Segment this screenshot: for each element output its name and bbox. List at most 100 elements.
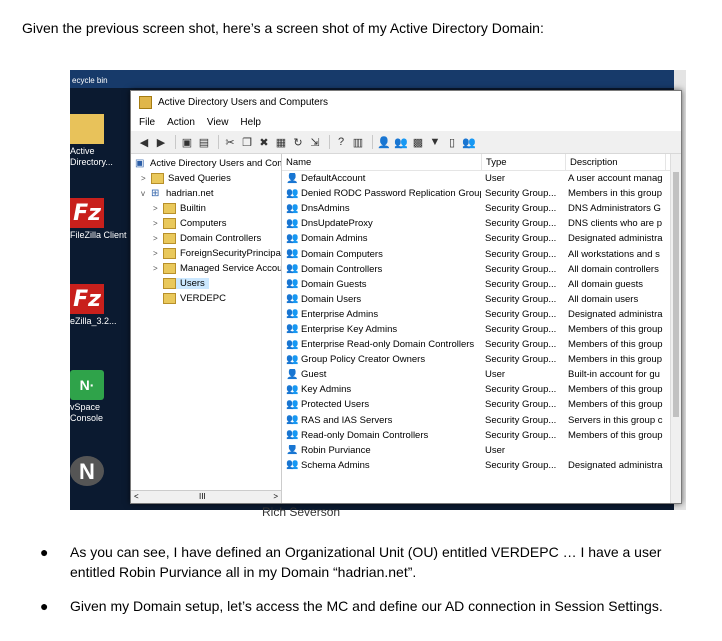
copy-icon[interactable]: ❐ — [240, 135, 254, 149]
tree-item-domain-controllers[interactable]: > Domain Controllers — [153, 233, 261, 244]
back-arrow-icon[interactable]: ◀ — [137, 135, 151, 149]
table-row[interactable]: 👤 Robin Purviance User — [282, 443, 681, 458]
row-name: DnsAdmins — [301, 203, 350, 215]
cell-type: Security Group... — [485, 384, 557, 396]
group-icon: 👥 — [286, 278, 299, 290]
tree-horizontal-scrollbar[interactable]: < III > — [131, 490, 281, 503]
desktop-icon-filezilla-installer[interactable]: Fz eZilla_3.2... — [70, 284, 132, 327]
menu-bar: File Action View Help — [131, 113, 681, 131]
cell-type: Security Group... — [485, 429, 557, 441]
scroll-thumb[interactable] — [673, 172, 679, 417]
refresh-icon[interactable]: ↻ — [291, 135, 305, 149]
new-group-icon[interactable]: 👥 — [394, 135, 408, 149]
table-row[interactable]: 👥 Domain Admins Security Group... Designate… — [282, 231, 681, 246]
chevron-right-icon[interactable]: > — [153, 249, 163, 258]
new-ou-icon[interactable]: ▩ — [411, 135, 425, 149]
menu-view[interactable]: View — [207, 117, 229, 128]
tree-item-users[interactable]: Users — [163, 278, 209, 289]
list-vertical-scrollbar[interactable] — [670, 154, 681, 503]
show-tree-icon[interactable]: ▤ — [197, 135, 211, 149]
table-row[interactable]: 👥 Protected Users Security Group... Members… — [282, 397, 681, 412]
folder-icon — [151, 173, 164, 184]
folder-icon — [163, 248, 176, 259]
scroll-left-icon[interactable]: < — [134, 492, 139, 501]
chevron-right-icon[interactable]: > — [153, 219, 163, 228]
cell-description: Designated administra — [568, 233, 663, 245]
table-row[interactable]: 👤 Guest User Built-in account for gu — [282, 367, 681, 382]
user-icon: 👤 — [286, 173, 299, 184]
desktop-icon-vspace[interactable]: N· vSpace Console — [70, 370, 132, 424]
column-header-type[interactable]: Type — [482, 154, 566, 170]
chevron-right-icon[interactable]: > — [153, 264, 163, 273]
toolbar: ◀ ▶ ▣ ▤ ✂ ❐ ✖ ▦ ↻ ⇲ ? ▥ 👤 👥 ▩ ▼ ▯ 👥 — [131, 131, 681, 154]
column-header-description[interactable]: Description — [566, 154, 666, 170]
cell-type: Security Group... — [485, 233, 557, 245]
chevron-right-icon[interactable]: > — [153, 234, 163, 243]
table-row[interactable]: 👥 Enterprise Admins Security Group... Desig… — [282, 307, 681, 322]
table-row[interactable]: 👥 DnsAdmins Security Group... DNS Administr… — [282, 201, 681, 216]
tree-root[interactable]: ▣ Active Directory Users and Com — [135, 158, 281, 169]
cell-name: 👥 Domain Users — [282, 294, 481, 305]
add-to-group-icon[interactable]: 👥 — [462, 135, 476, 149]
tree-item-hadrian-net[interactable]: v ⊞ hadrian.net — [141, 188, 214, 199]
bullet-dot-icon: ● — [40, 544, 49, 560]
table-row[interactable]: 👤 DefaultAccount User A user account manag — [282, 171, 681, 186]
table-row[interactable]: 👥 Enterprise Read-only Domain Controllers… — [282, 337, 681, 352]
window-titlebar[interactable]: Active Directory Users and Computers — [131, 91, 681, 113]
cell-type: Security Group... — [485, 248, 557, 260]
table-row[interactable]: 👥 Read-only Domain Controllers Security Gr… — [282, 428, 681, 443]
table-row[interactable]: 👥 Domain Guests Security Group... All domai… — [282, 277, 681, 292]
scroll-grip-icon[interactable]: III — [199, 492, 206, 501]
table-row[interactable]: 👥 Schema Admins Security Group... Designate… — [282, 458, 681, 473]
desktop-icon-active-directory[interactable]: Active Directory... — [70, 114, 132, 168]
toolbar-separator — [218, 135, 219, 149]
filter-icon[interactable]: ▼ — [428, 135, 442, 149]
chevron-right-icon[interactable]: > — [153, 204, 163, 213]
table-row[interactable]: 👥 Denied RODC Password Replication Group S… — [282, 186, 681, 201]
folder-icon — [163, 218, 176, 229]
cut-icon[interactable]: ✂ — [223, 135, 237, 149]
cell-type: User — [485, 369, 506, 381]
desktop-icon-n[interactable]: N — [70, 456, 132, 488]
table-row[interactable]: 👥 Key Admins Security Group... Members of t… — [282, 382, 681, 397]
desktop-icon-label: vSpace Console — [70, 402, 104, 423]
table-row[interactable]: 👥 RAS and IAS Servers Security Group... Ser… — [282, 413, 681, 428]
tree-item-computers[interactable]: > Computers — [153, 218, 226, 229]
tree-item-managed-service-accounts[interactable]: > Managed Service Accoun — [153, 263, 281, 274]
column-header-name[interactable]: Name — [282, 154, 482, 170]
chevron-down-icon[interactable]: v — [141, 189, 151, 198]
tree-item-builtin[interactable]: > Builtin — [153, 203, 206, 214]
desktop-icon-filezilla[interactable]: Fz FileZilla Client — [70, 198, 132, 241]
new-user-icon[interactable]: 👤 — [377, 135, 391, 149]
cell-description: Servers in this group c — [568, 414, 663, 426]
cell-name: 👥 Key Admins — [282, 384, 481, 395]
tree-item-saved-queries[interactable]: > Saved Queries — [141, 173, 231, 184]
delete-icon[interactable]: ✖ — [257, 135, 271, 149]
cell-name: 👤 DefaultAccount — [282, 173, 481, 184]
tree-item-foreign-security-principals[interactable]: > ForeignSecurityPrincipals — [153, 248, 281, 259]
bullet-list: ● As you can see, I have defined an Orga… — [40, 542, 700, 630]
user-icon: 👤 — [286, 369, 299, 380]
group-icon: 👥 — [286, 203, 299, 214]
row-name: Domain Users — [301, 293, 362, 305]
find-icon[interactable]: ▯ — [445, 135, 459, 149]
help-icon[interactable]: ? — [334, 135, 348, 149]
tree-item-verdepc[interactable]: VERDEPC — [163, 293, 226, 304]
table-row[interactable]: 👥 Group Policy Creator Owners Security Gro… — [282, 352, 681, 367]
export-icon[interactable]: ⇲ — [308, 135, 322, 149]
properties-icon[interactable]: ▦ — [274, 135, 288, 149]
table-row[interactable]: 👥 Domain Controllers Security Group... All … — [282, 262, 681, 277]
table-row[interactable]: 👥 DnsUpdateProxy Security Group... DNS clie… — [282, 216, 681, 231]
up-folder-icon[interactable]: ▣ — [180, 135, 194, 149]
table-row[interactable]: 👥 Enterprise Key Admins Security Group... M… — [282, 322, 681, 337]
menu-action[interactable]: Action — [167, 117, 195, 128]
chevron-right-icon[interactable]: > — [141, 174, 151, 183]
scroll-right-icon[interactable]: > — [273, 492, 278, 501]
table-row[interactable]: 👥 Domain Users Security Group... All domain… — [282, 292, 681, 307]
menu-file[interactable]: File — [139, 117, 155, 128]
table-row[interactable]: 👥 Domain Computers Security Group... All wo… — [282, 246, 681, 261]
console-icon[interactable]: ▥ — [351, 135, 365, 149]
menu-help[interactable]: Help — [240, 117, 261, 128]
forward-arrow-icon[interactable]: ▶ — [154, 135, 168, 149]
cell-description: Designated administra — [568, 308, 663, 320]
